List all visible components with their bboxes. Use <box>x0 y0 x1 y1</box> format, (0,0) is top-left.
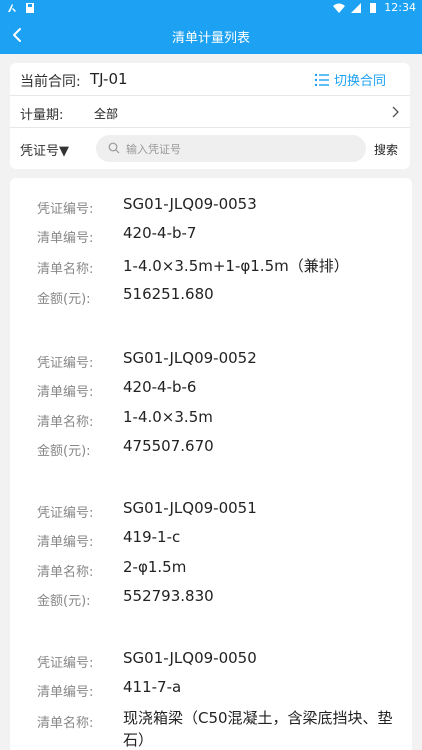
wifi-icon <box>333 3 346 13</box>
item-name-label: 清单名称: <box>37 565 94 580</box>
item-no-value: 420-4-b-6 <box>123 378 197 396</box>
item-no-field: 清单编号: 411-7-a <box>10 676 412 702</box>
voucher-no-value: SG01-JLQ09-0053 <box>123 195 257 213</box>
page-title: 清单计量列表 <box>171 31 250 46</box>
search-input[interactable]: 输入凭证号 <box>96 135 366 162</box>
period-row[interactable]: 计量期: 全部 <box>10 96 410 128</box>
amount-value: 552793.830 <box>123 587 214 605</box>
item-name-label: 清单名称: <box>37 415 94 430</box>
item-name-field: 清单名称: 1-4.0×3.5m+1-φ1.5m（兼排） <box>10 253 412 279</box>
contract-value: TJ-01 <box>90 70 128 88</box>
voucher-no-value: SG01-JLQ09-0050 <box>123 649 257 667</box>
filter-panel: 当前合同: TJ-01 切换合同 计量期: 全部 凭证号▼ 输入凭证号 搜索 <box>10 63 410 169</box>
search-icon <box>108 142 120 154</box>
chevron-right-icon <box>392 106 399 118</box>
voucher-no-field: 凭证编号: SG01-JLQ09-0050 <box>10 647 412 673</box>
period-value: 全部 <box>94 107 119 121</box>
sd-card-icon <box>26 3 34 13</box>
list-icon <box>314 73 329 86</box>
contract-label: 当前合同: <box>20 74 81 90</box>
search-placeholder: 输入凭证号 <box>126 143 181 156</box>
item-no-field: 清单编号: 419-1-c <box>10 526 412 552</box>
period-label: 计量期: <box>20 108 64 123</box>
item-no-field: 清单编号: 420-4-b-6 <box>10 376 412 402</box>
voucher-no-field: 凭证编号: SG01-JLQ09-0053 <box>10 193 412 219</box>
item-name-value: 1-4.0×3.5m <box>123 408 213 426</box>
item-no-value: 420-4-b-7 <box>123 224 197 242</box>
item-no-value: 419-1-c <box>123 528 181 546</box>
nav-bar: 清单计量列表 <box>0 18 422 54</box>
voucher-no-label: 凭证编号: <box>37 202 94 217</box>
battery-icon <box>370 2 377 13</box>
amount-label: 金额(元): <box>37 292 91 307</box>
item-name-value: 1-4.0×3.5m+1-φ1.5m（兼排） <box>123 257 349 275</box>
amount-field: 金额(元): 516251.680 <box>10 283 412 309</box>
item-no-label: 清单编号: <box>37 535 94 550</box>
amount-field: 金额(元): 475507.670 <box>10 435 412 461</box>
item-name-value: 现浇箱梁（C50混凝土，含梁底挡块、垫石） <box>123 709 393 749</box>
voucher-no-value: SG01-JLQ09-0051 <box>123 499 257 517</box>
voucher-no-field: 凭证编号: SG01-JLQ09-0052 <box>10 347 412 373</box>
amount-label: 金额(元): <box>37 594 91 609</box>
voucher-filter-dropdown[interactable]: 凭证号▼ <box>20 140 69 159</box>
item-no-label: 清单编号: <box>37 231 94 246</box>
voucher-no-field: 凭证编号: SG01-JLQ09-0051 <box>10 497 412 523</box>
item-name-field: 清单名称: 1-4.0×3.5m <box>10 406 412 432</box>
amount-value: 475507.670 <box>123 437 214 455</box>
item-no-field: 清单编号: 420-4-b-7 <box>10 222 412 248</box>
item-name-field: 清单名称: 2-φ1.5m <box>10 556 412 582</box>
switch-contract-label: 切换合同 <box>333 74 386 89</box>
amount-label: 金额(元): <box>37 444 91 459</box>
measurement-list: 凭证编号: SG01-JLQ09-0053 清单编号: 420-4-b-7 清单… <box>10 178 412 750</box>
item-name-field: 清单名称: 现浇箱梁（C50混凝土，含梁底挡块、垫石） <box>10 707 412 750</box>
item-no-label: 清单编号: <box>37 685 94 700</box>
amount-field: 金额(元): 552793.830 <box>10 585 412 611</box>
switch-contract-button[interactable]: 切换合同 <box>314 70 386 89</box>
search-button[interactable]: 搜索 <box>374 141 398 158</box>
amount-value: 516251.680 <box>123 285 214 303</box>
item-name-value: 2-φ1.5m <box>123 558 187 576</box>
contract-row: 当前合同: TJ-01 切换合同 <box>10 63 410 96</box>
item-no-label: 清单编号: <box>37 385 94 400</box>
item-name-label: 清单名称: <box>37 716 94 731</box>
signal-icon <box>351 2 362 13</box>
voucher-no-label: 凭证编号: <box>37 506 94 521</box>
cleaner-icon <box>8 4 16 12</box>
voucher-no-label: 凭证编号: <box>37 356 94 371</box>
voucher-no-value: SG01-JLQ09-0052 <box>123 349 257 367</box>
status-bar: 12:34 <box>0 0 422 18</box>
item-name-label: 清单名称: <box>37 262 94 277</box>
item-no-value: 411-7-a <box>123 678 182 696</box>
voucher-no-label: 凭证编号: <box>37 656 94 671</box>
status-time: 12:34 <box>384 1 416 14</box>
search-row: 凭证号▼ 输入凭证号 搜索 <box>10 128 410 169</box>
